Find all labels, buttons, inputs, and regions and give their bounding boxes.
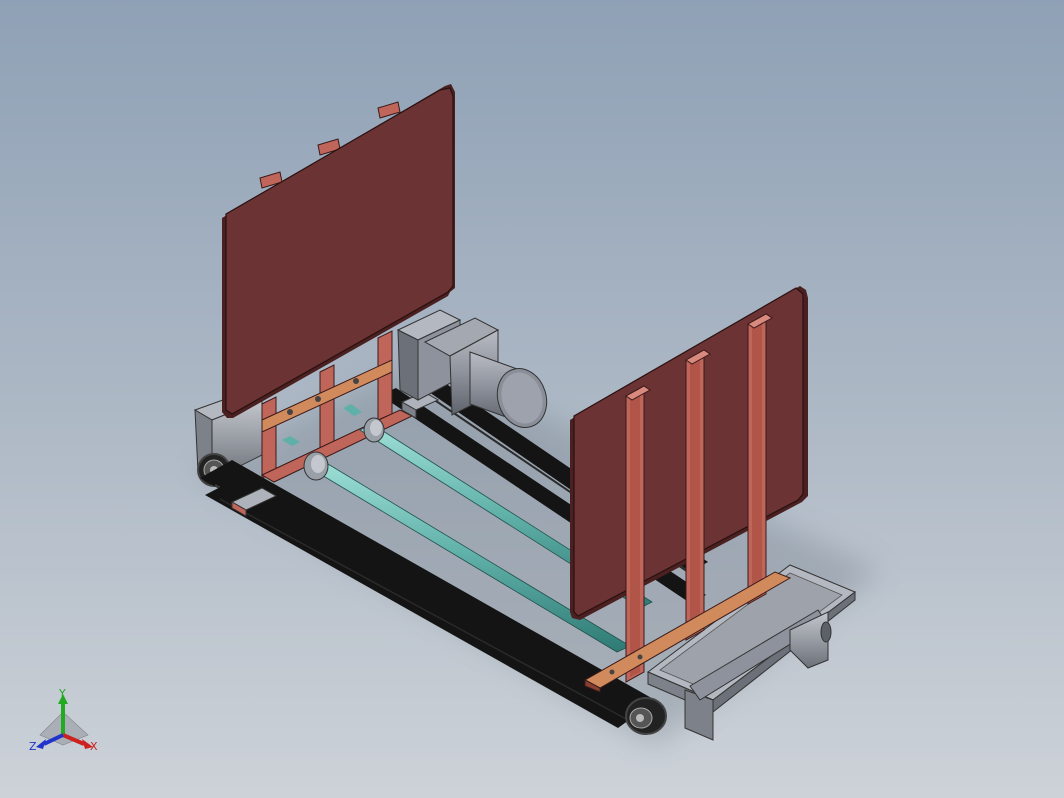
cad-model-scene[interactable]: Y X Z [0, 0, 1064, 798]
coordinate-triad[interactable]: Y X Z [29, 687, 98, 753]
graphics-viewport[interactable]: Y X Z [0, 0, 1064, 798]
z-axis-label: Z [29, 740, 37, 753]
right-pulley[interactable] [625, 697, 667, 735]
y-axis-label: Y [58, 687, 66, 700]
x-axis-label: X [90, 740, 98, 753]
